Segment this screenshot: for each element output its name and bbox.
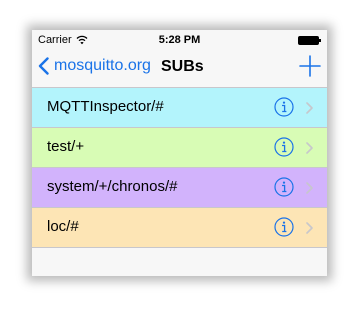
info-button[interactable] (274, 137, 294, 157)
subscription-topic: test/+ (47, 138, 85, 155)
info-button[interactable] (274, 177, 294, 197)
back-button-label: mosquitto.org (54, 57, 151, 74)
subscription-topic: system/+/chronos/# (47, 178, 178, 195)
info-button[interactable] (274, 97, 294, 117)
status-time: 5:28 PM (158, 34, 201, 46)
chevron-right-icon (306, 142, 313, 154)
phone-screen: Carrier 5:28 PM mosquitto.org SUBs MQTTI… (32, 30, 327, 276)
subscription-row-3[interactable]: system/+/chronos/# (32, 168, 327, 208)
plus-icon (299, 55, 321, 77)
status-bar: Carrier 5:28 PM (32, 30, 327, 50)
subscription-row-1[interactable]: MQTTInspector/# (32, 88, 327, 128)
subscription-row-2[interactable]: test/+ (32, 128, 327, 168)
battery-icon (298, 36, 321, 45)
info-button[interactable] (274, 217, 294, 237)
subscription-list: MQTTInspector/# test/+ system/+/chronos/… (32, 88, 327, 248)
info-icon (274, 177, 294, 197)
info-icon (274, 137, 294, 157)
navigation-bar: mosquitto.org SUBs (32, 50, 327, 88)
chevron-right-icon (306, 102, 313, 114)
screenshot-stage: Carrier 5:28 PM mosquitto.org SUBs MQTTI… (0, 0, 359, 309)
back-button[interactable]: mosquitto.org (38, 57, 151, 75)
page-title: SUBs (161, 58, 204, 75)
subscription-row-4[interactable]: loc/# (32, 208, 327, 248)
chevron-right-icon (306, 182, 313, 194)
subscription-topic: MQTTInspector/# (47, 98, 164, 115)
chevron-right-icon (306, 222, 313, 234)
chevron-left-icon (38, 57, 49, 75)
info-icon (274, 97, 294, 117)
add-subscription-button[interactable] (299, 55, 321, 77)
subscription-topic: loc/# (47, 218, 79, 235)
info-icon (274, 217, 294, 237)
